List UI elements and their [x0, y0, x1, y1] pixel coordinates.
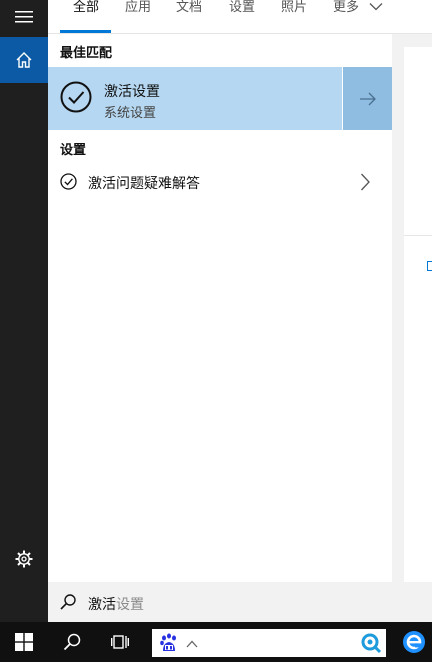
best-match-header: 最佳匹配: [60, 46, 113, 61]
search-autocomplete-suggestion: 设置: [116, 597, 144, 613]
ie-browser-button[interactable]: [396, 622, 432, 662]
search-go-icon[interactable]: [360, 632, 382, 654]
ie-edge-icon: [403, 631, 425, 653]
windows-logo-icon: [15, 633, 33, 651]
taskbar-search-button[interactable]: [48, 622, 96, 662]
best-match-result[interactable]: 激活设置 系统设置: [48, 67, 342, 130]
checkmark-circle-small-icon: [60, 173, 77, 190]
settings-button[interactable]: [0, 536, 48, 582]
active-tab-underline: [60, 30, 111, 33]
open-arrow-button[interactable]: [343, 67, 392, 130]
start-left-rail: [0, 0, 48, 622]
menu-button[interactable]: [0, 0, 48, 34]
tab-more[interactable]: 更多: [333, 0, 383, 34]
preview-link-fragment[interactable]: [427, 261, 432, 271]
tab-settings[interactable]: 设置: [229, 0, 255, 34]
chevron-down-icon: [369, 3, 383, 11]
search-icon: [60, 594, 76, 610]
task-view-icon: [111, 635, 129, 649]
tab-apps[interactable]: 应用: [125, 0, 151, 34]
tab-documents[interactable]: 文档: [176, 0, 202, 34]
preview-pane: [404, 47, 432, 582]
start-button[interactable]: [0, 622, 48, 662]
gear-icon: [15, 550, 33, 568]
best-match-title: 激活设置: [104, 84, 160, 100]
search-icon: [63, 633, 81, 651]
result-label: 激活问题疑难解答: [88, 176, 200, 192]
baidu-paw-icon: [160, 633, 176, 651]
chevron-up-icon[interactable]: [186, 640, 198, 648]
best-match-subtitle: 系统设置: [104, 106, 157, 121]
hamburger-icon: [15, 11, 33, 23]
search-results-panel: 全部 应用 文档 设置 照片 更多 最佳匹配 激活设置 系统设置 设置 激活问题…: [48, 0, 432, 582]
search-box[interactable]: 激活设置: [48, 583, 432, 622]
settings-section-header: 设置: [60, 143, 87, 158]
baidu-search-toolbar[interactable]: [152, 629, 386, 657]
filter-tabs: 全部 应用 文档 设置 照片 更多: [48, 0, 432, 34]
search-typed-text: 激活: [88, 597, 116, 613]
home-button[interactable]: [0, 37, 48, 83]
task-view-button[interactable]: [96, 622, 144, 662]
tab-all[interactable]: 全部: [73, 0, 99, 34]
checkmark-circle-icon: [60, 81, 92, 113]
preview-divider: [404, 235, 432, 236]
chevron-right-icon: [361, 173, 370, 191]
search-query[interactable]: 激活设置: [88, 594, 144, 614]
result-troubleshoot-activation[interactable]: 激活问题疑难解答: [48, 166, 392, 198]
tab-more-label: 更多: [333, 0, 360, 15]
tab-photos[interactable]: 照片: [281, 0, 307, 34]
arrow-right-icon: [359, 92, 376, 105]
home-icon: [16, 52, 32, 68]
